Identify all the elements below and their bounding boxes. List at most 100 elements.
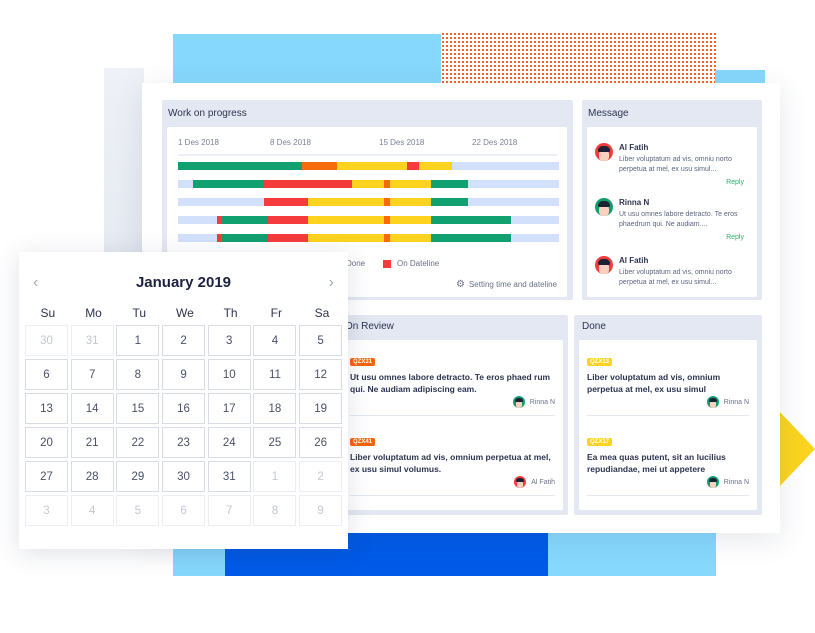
gantt-segment-on-dateline[interactable] <box>263 180 353 188</box>
calendar-day[interactable]: 6 <box>25 359 68 390</box>
calendar-day[interactable]: 13 <box>25 393 68 424</box>
gantt-row[interactable] <box>178 216 559 224</box>
gantt-segment-in-progress[interactable] <box>308 234 384 242</box>
calendar-day[interactable]: 23 <box>162 427 206 458</box>
calendar-day[interactable]: 20 <box>25 427 68 458</box>
legend-swatch <box>383 259 391 268</box>
calendar-day[interactable]: 8 <box>116 359 160 390</box>
calendar-day[interactable]: 3 <box>207 325 251 356</box>
gantt-segment-in-progress[interactable] <box>336 162 407 170</box>
calendar-day[interactable]: 28 <box>70 461 114 492</box>
message-list: Al Fatih Liber voluptatum ad vis, omniu … <box>587 127 757 297</box>
gantt-segment-done[interactable] <box>178 162 302 170</box>
calendar-day[interactable]: 2 <box>162 325 206 356</box>
avatar <box>706 476 719 488</box>
calendar-day[interactable]: 25 <box>253 427 297 458</box>
calendar-day[interactable]: 15 <box>116 393 160 424</box>
calendar-day[interactable]: 22 <box>116 427 160 458</box>
gantt-row[interactable] <box>178 198 559 206</box>
divider <box>350 415 555 416</box>
gantt-row[interactable] <box>178 234 559 242</box>
calendar-day-outside-month[interactable]: 30 <box>25 325 68 356</box>
calendar-day[interactable]: 16 <box>162 393 206 424</box>
calendar-day-grid: 30 31 1 2 3 4 5 6 7 8 9 10 11 12 13 14 15 16 17 18 19 20 21 22 2… <box>25 325 343 526</box>
divider <box>587 495 749 496</box>
gantt-segment-in-progress[interactable] <box>390 198 431 206</box>
calendar-day[interactable]: 27 <box>25 461 68 492</box>
settings-time-dateline-link[interactable]: ⚙ Setting time and dateline <box>456 279 557 290</box>
gantt-segment-in-progress[interactable] <box>390 234 431 242</box>
decor-back-panel <box>104 68 144 258</box>
calendar-day[interactable]: 1 <box>116 325 160 356</box>
calendar-day[interactable]: 11 <box>253 359 297 390</box>
done-column: Done QZX13 Liber voluptatum ad vis, omni… <box>574 315 762 515</box>
calendar-day[interactable]: 31 <box>207 461 251 492</box>
calendar-day[interactable]: 21 <box>70 427 114 458</box>
calendar-day-outside-month[interactable]: 7 <box>207 495 251 526</box>
calendar-day-outside-month[interactable]: 8 <box>253 495 297 526</box>
gantt-segment-done[interactable] <box>193 180 264 188</box>
task-card[interactable]: QZX41 Liber voluptatum ad vis, omnium pe… <box>350 430 555 500</box>
task-card[interactable]: QZX13 Liber voluptatum ad vis, omnium pe… <box>587 350 749 420</box>
decor-light-blue-block <box>173 34 443 86</box>
task-text: Ut usu omnes labore detracto. Te eros ph… <box>350 372 551 394</box>
calendar-day[interactable]: 12 <box>299 359 343 390</box>
panel-title: Message <box>588 108 629 119</box>
assignee: Rinna N <box>512 396 555 408</box>
calendar-day[interactable]: 24 <box>207 427 251 458</box>
calendar-day-outside-month[interactable]: 3 <box>25 495 68 526</box>
calendar-day-outside-month[interactable]: 5 <box>116 495 160 526</box>
gantt-segment-in-progress[interactable] <box>352 180 384 188</box>
calendar-day[interactable]: 5 <box>299 325 343 356</box>
calendar-day[interactable]: 19 <box>299 393 343 424</box>
calendar-day-outside-month[interactable]: 31 <box>70 325 114 356</box>
calendar-day[interactable]: 7 <box>70 359 114 390</box>
gantt-row[interactable] <box>178 162 559 170</box>
calendar-day-outside-month[interactable]: 9 <box>299 495 343 526</box>
calendar-day[interactable]: 26 <box>299 427 343 458</box>
calendar-day[interactable]: 14 <box>70 393 114 424</box>
gantt-segment-done[interactable] <box>430 234 512 242</box>
calendar-day[interactable]: 10 <box>207 359 251 390</box>
gantt-segment-on-dateline[interactable] <box>263 198 309 206</box>
gantt-row[interactable] <box>178 180 559 188</box>
reply-button[interactable]: Reply <box>726 234 744 241</box>
task-card[interactable]: QZX17 Ea mea quas putent, sit an luciliu… <box>587 430 749 500</box>
gantt-segment-on-dateline[interactable] <box>267 216 309 224</box>
calendar-day-outside-month[interactable]: 2 <box>299 461 343 492</box>
chevron-right-icon[interactable]: › <box>329 274 334 292</box>
gantt-segment-in-progress[interactable] <box>308 216 384 224</box>
calendar-day-outside-month[interactable]: 1 <box>253 461 297 492</box>
gantt-segment-done[interactable] <box>430 180 469 188</box>
task-text: Liber voluptatum ad vis, omnium perpetua… <box>350 452 551 474</box>
gantt-segment-in-progress[interactable] <box>419 162 453 170</box>
task-list: QZX13 Liber voluptatum ad vis, omnium pe… <box>579 340 757 510</box>
calendar-day[interactable]: 30 <box>162 461 206 492</box>
calendar-day[interactable]: 9 <box>162 359 206 390</box>
task-card[interactable]: QZX31 Ut usu omnes labore detracto. Te e… <box>350 350 555 420</box>
assignee-name: Rinna N <box>529 398 555 406</box>
avatar <box>595 143 613 161</box>
calendar-day-outside-month[interactable]: 6 <box>162 495 206 526</box>
gantt-segment-done[interactable] <box>430 216 512 224</box>
decor-yellow-triangle <box>779 411 815 487</box>
gantt-segment-in-progress[interactable] <box>390 216 431 224</box>
calendar-day[interactable]: 17 <box>207 393 251 424</box>
calendar-day[interactable]: 4 <box>253 325 297 356</box>
gantt-segment-done[interactable] <box>222 234 268 242</box>
gantt-segment-warning[interactable] <box>301 162 337 170</box>
calendar-day-outside-month[interactable]: 4 <box>70 495 114 526</box>
gear-icon: ⚙ <box>455 279 465 290</box>
column-title: Done <box>582 321 606 332</box>
calendar-day[interactable]: 18 <box>253 393 297 424</box>
gantt-segment-done[interactable] <box>222 216 268 224</box>
gantt-segment-in-progress[interactable] <box>390 180 431 188</box>
gantt-segment-on-dateline[interactable] <box>406 162 420 170</box>
reply-button[interactable]: Reply <box>726 179 744 186</box>
gantt-segment-on-dateline[interactable] <box>267 234 309 242</box>
gantt-segment-in-progress[interactable] <box>308 198 384 206</box>
weekday-label: Th <box>223 306 238 320</box>
assignee-name: Rinna N <box>723 398 749 406</box>
calendar-day[interactable]: 29 <box>116 461 160 492</box>
gantt-segment-done[interactable] <box>430 198 469 206</box>
